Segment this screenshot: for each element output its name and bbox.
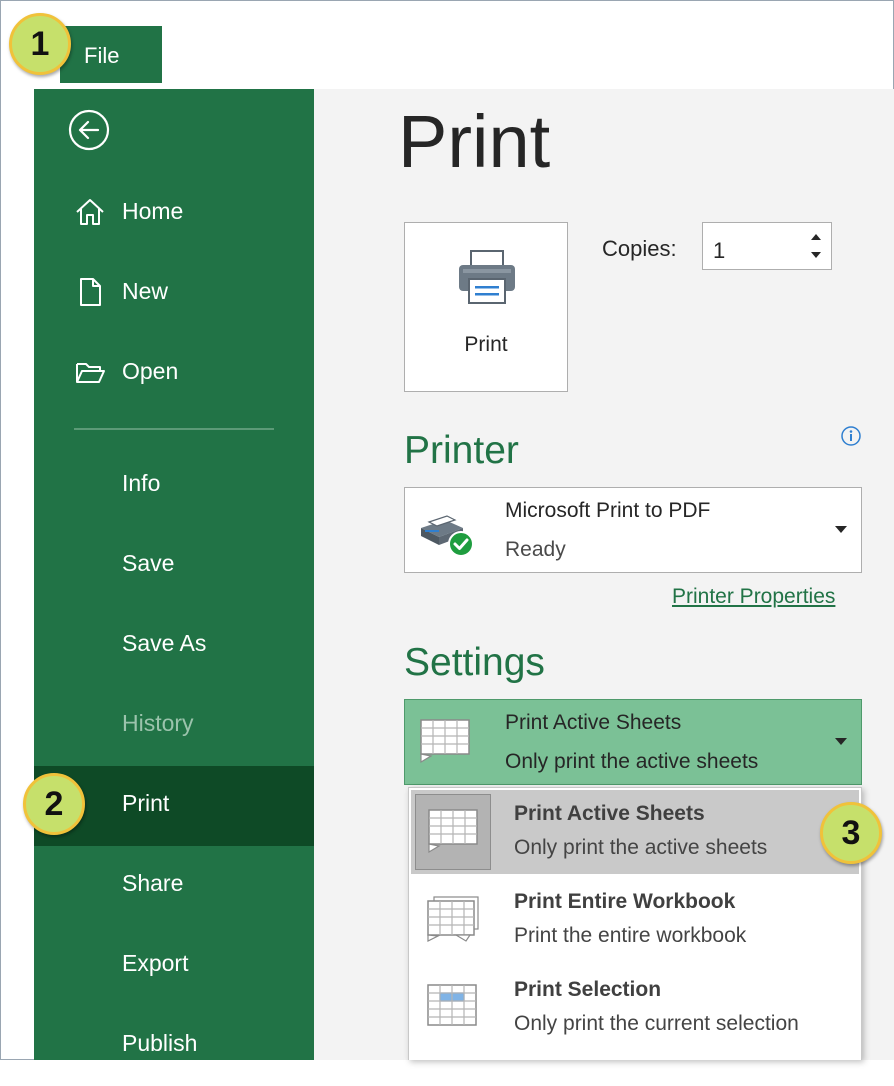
nav-item-history: History xyxy=(34,686,314,766)
nav-item-export[interactable]: Export xyxy=(34,926,314,1006)
print-scope-selected-title: Print Active Sheets xyxy=(505,711,682,734)
menu-item-desc: Only print the current selection xyxy=(514,1012,799,1035)
nav-item-save-as[interactable]: Save As xyxy=(34,606,314,686)
menu-item-desc: Only print the active sheets xyxy=(514,836,768,859)
menu-item-title: Print Selection xyxy=(514,978,662,1001)
menu-item-title: Print Entire Workbook xyxy=(514,890,736,913)
nav-item-label: History xyxy=(122,710,194,736)
nav-item-label: Save As xyxy=(122,630,207,656)
print-scope-dropdown[interactable]: Print Active Sheets Only print the activ… xyxy=(404,699,862,785)
printer-section-title: Printer xyxy=(404,429,519,472)
active-sheets-icon xyxy=(420,719,470,764)
print-scope-selected-desc: Only print the active sheets xyxy=(505,750,759,773)
chevron-down-icon xyxy=(835,738,847,745)
nav-item-share[interactable]: Share xyxy=(34,846,314,926)
open-folder-icon xyxy=(76,363,105,383)
nav-item-label: Info xyxy=(122,470,161,496)
home-icon xyxy=(76,199,104,225)
file-tab-label: File xyxy=(84,43,120,68)
printer-name: Microsoft Print to PDF xyxy=(505,499,711,522)
menu-item-icon-frame xyxy=(415,970,491,1046)
nav-separator xyxy=(74,428,274,430)
print-scope-menu: Print Active Sheets Only print the activ… xyxy=(408,787,862,1060)
settings-section-title: Settings xyxy=(404,641,545,684)
menu-item-icon-frame xyxy=(415,882,491,958)
active-sheets-icon xyxy=(428,809,478,854)
printer-ready-icon xyxy=(421,515,474,557)
info-icon[interactable] xyxy=(840,425,862,447)
new-document-icon xyxy=(80,278,101,306)
step-callout-1: 1 xyxy=(9,13,71,75)
print-pane: Print Print Copies: Printer xyxy=(314,89,894,1060)
back-arrow-icon[interactable] xyxy=(68,109,110,151)
menu-item-print-selection[interactable]: Print Selection Only print the current s… xyxy=(411,966,859,1050)
nav-item-open[interactable]: Open xyxy=(34,334,314,414)
copies-label: Copies: xyxy=(602,236,677,261)
selection-icon xyxy=(427,984,477,1026)
nav-item-save[interactable]: Save xyxy=(34,526,314,606)
menu-item-desc: Print the entire workbook xyxy=(514,924,747,947)
menu-item-print-active-sheets[interactable]: Print Active Sheets Only print the activ… xyxy=(411,790,859,874)
menu-item-print-entire-workbook[interactable]: Print Entire Workbook Print the entire w… xyxy=(411,878,859,962)
chevron-down-icon xyxy=(835,526,847,533)
nav-item-new[interactable]: New xyxy=(34,254,314,334)
menu-item-icon-frame xyxy=(415,794,491,870)
nav-item-label: Export xyxy=(122,950,189,976)
printer-dropdown[interactable]: Microsoft Print to PDF Ready xyxy=(404,487,862,573)
nav-item-label: New xyxy=(122,278,169,304)
menu-item-title: Print Active Sheets xyxy=(514,802,705,825)
nav-item-label: Print xyxy=(122,790,170,816)
nav-item-home[interactable]: Home xyxy=(34,174,314,254)
printer-properties-link[interactable]: Printer Properties xyxy=(672,585,835,609)
nav-item-label: Open xyxy=(122,358,179,384)
page-title: Print xyxy=(398,100,551,183)
nav-item-label: Share xyxy=(122,870,184,896)
step-callout-2: 2 xyxy=(23,773,85,835)
nav-item-label: Save xyxy=(122,550,175,576)
copies-spinner-icon[interactable] xyxy=(806,227,826,265)
print-button-label: Print xyxy=(464,333,508,356)
printer-status: Ready xyxy=(505,538,566,561)
file-tab[interactable]: File xyxy=(60,26,162,83)
step-callout-3: 3 xyxy=(820,802,882,864)
nav-item-label: Publish xyxy=(122,1030,198,1056)
printer-icon xyxy=(459,250,515,304)
print-button[interactable]: Print xyxy=(404,222,568,392)
nav-item-label: Home xyxy=(122,198,184,224)
backstage-nav: Home New Open Info Save Save As History … xyxy=(34,89,314,1060)
nav-item-publish[interactable]: Publish xyxy=(34,1006,314,1086)
nav-item-info[interactable]: Info xyxy=(34,446,314,526)
entire-workbook-icon xyxy=(427,896,479,942)
